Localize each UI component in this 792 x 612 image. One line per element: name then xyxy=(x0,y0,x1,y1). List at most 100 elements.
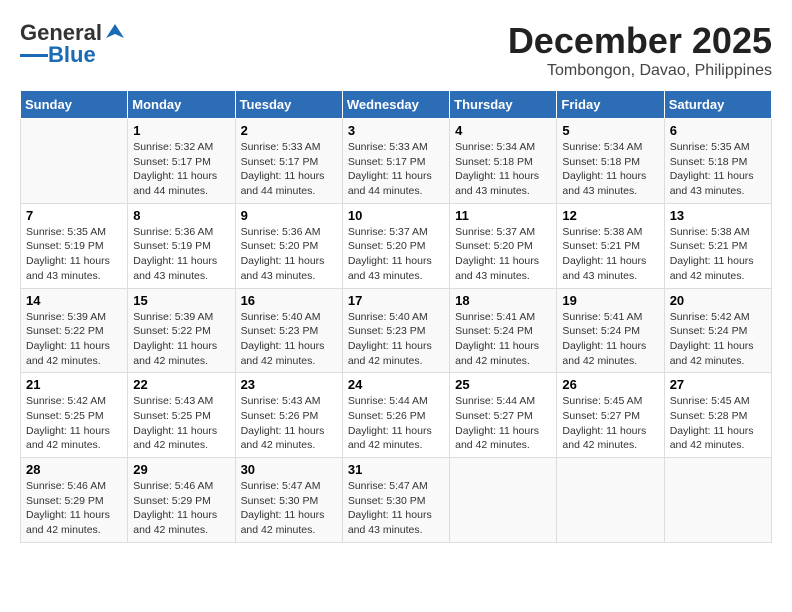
day-header-monday: Monday xyxy=(128,91,235,119)
day-number: 27 xyxy=(670,377,766,392)
page-subtitle: Tombongon, Davao, Philippines xyxy=(508,62,772,80)
calendar-cell: 26Sunrise: 5:45 AM Sunset: 5:27 PM Dayli… xyxy=(557,373,664,458)
logo-blue-text: Blue xyxy=(48,42,96,68)
day-info: Sunrise: 5:34 AM Sunset: 5:18 PM Dayligh… xyxy=(455,140,551,199)
day-info: Sunrise: 5:40 AM Sunset: 5:23 PM Dayligh… xyxy=(241,310,337,369)
day-info: Sunrise: 5:33 AM Sunset: 5:17 PM Dayligh… xyxy=(241,140,337,199)
logo: General Blue xyxy=(20,20,126,68)
day-info: Sunrise: 5:47 AM Sunset: 5:30 PM Dayligh… xyxy=(241,479,337,538)
calendar-cell: 3 Sunrise: 5:33 AM Sunset: 5:17 PM Daylig… xyxy=(342,119,449,204)
calendar-cell: 13Sunrise: 5:38 AM Sunset: 5:21 PM Dayli… xyxy=(664,203,771,288)
week-row: 21 Sunrise: 5:42 AM Sunset: 5:25 PM Dayli… xyxy=(21,373,772,458)
day-number: 8 xyxy=(133,208,229,223)
day-number: 10 xyxy=(348,208,444,223)
day-header-tuesday: Tuesday xyxy=(235,91,342,119)
week-row: 7Sunrise: 5:35 AM Sunset: 5:19 PM Daylig… xyxy=(21,203,772,288)
day-header-wednesday: Wednesday xyxy=(342,91,449,119)
day-number: 3 xyxy=(348,123,444,138)
calendar-cell: 25Sunrise: 5:44 AM Sunset: 5:27 PM Dayli… xyxy=(450,373,557,458)
day-number: 11 xyxy=(455,208,551,223)
calendar-cell: 2 Sunrise: 5:33 AM Sunset: 5:17 PM Daylig… xyxy=(235,119,342,204)
calendar-cell: 10 Sunrise: 5:37 AM Sunset: 5:20 PM Dayli… xyxy=(342,203,449,288)
calendar-cell: 27 Sunrise: 5:45 AM Sunset: 5:28 PM Dayli… xyxy=(664,373,771,458)
day-number: 9 xyxy=(241,208,337,223)
day-number: 14 xyxy=(26,293,122,308)
day-info: Sunrise: 5:42 AM Sunset: 5:25 PM Dayligh… xyxy=(26,394,122,453)
day-number: 19 xyxy=(562,293,658,308)
day-info: Sunrise: 5:39 AM Sunset: 5:22 PM Dayligh… xyxy=(133,310,229,369)
day-number: 25 xyxy=(455,377,551,392)
day-info: Sunrise: 5:32 AM Sunset: 5:17 PM Dayligh… xyxy=(133,140,229,199)
day-number: 16 xyxy=(241,293,337,308)
calendar-cell: 21 Sunrise: 5:42 AM Sunset: 5:25 PM Dayli… xyxy=(21,373,128,458)
day-info: Sunrise: 5:39 AM Sunset: 5:22 PM Dayligh… xyxy=(26,310,122,369)
day-info: Sunrise: 5:36 AM Sunset: 5:20 PM Dayligh… xyxy=(241,225,337,284)
day-info: Sunrise: 5:46 AM Sunset: 5:29 PM Dayligh… xyxy=(133,479,229,538)
day-number: 20 xyxy=(670,293,766,308)
day-number: 18 xyxy=(455,293,551,308)
day-header-friday: Friday xyxy=(557,91,664,119)
calendar-cell: 22 Sunrise: 5:43 AM Sunset: 5:25 PM Dayli… xyxy=(128,373,235,458)
page-header: General Blue December 2025 Tombongon, Da… xyxy=(20,20,772,80)
calendar-cell: 24 Sunrise: 5:44 AM Sunset: 5:26 PM Dayli… xyxy=(342,373,449,458)
day-header-thursday: Thursday xyxy=(450,91,557,119)
page-title: December 2025 xyxy=(508,20,772,62)
day-info: Sunrise: 5:37 AM Sunset: 5:20 PM Dayligh… xyxy=(455,225,551,284)
calendar-cell: 4 Sunrise: 5:34 AM Sunset: 5:18 PM Daylig… xyxy=(450,119,557,204)
day-info: Sunrise: 5:46 AM Sunset: 5:29 PM Dayligh… xyxy=(26,479,122,538)
calendar-cell xyxy=(21,119,128,204)
header-row: SundayMondayTuesdayWednesdayThursdayFrid… xyxy=(21,91,772,119)
day-number: 4 xyxy=(455,123,551,138)
day-number: 6 xyxy=(670,123,766,138)
calendar-cell: 31Sunrise: 5:47 AM Sunset: 5:30 PM Dayli… xyxy=(342,458,449,543)
day-info: Sunrise: 5:42 AM Sunset: 5:24 PM Dayligh… xyxy=(670,310,766,369)
calendar-cell: 14 Sunrise: 5:39 AM Sunset: 5:22 PM Dayli… xyxy=(21,288,128,373)
day-number: 28 xyxy=(26,462,122,477)
day-number: 7 xyxy=(26,208,122,223)
day-info: Sunrise: 5:38 AM Sunset: 5:21 PM Dayligh… xyxy=(562,225,658,284)
logo-bird-icon xyxy=(104,22,126,44)
day-info: Sunrise: 5:35 AM Sunset: 5:18 PM Dayligh… xyxy=(670,140,766,199)
day-info: Sunrise: 5:44 AM Sunset: 5:26 PM Dayligh… xyxy=(348,394,444,453)
day-info: Sunrise: 5:41 AM Sunset: 5:24 PM Dayligh… xyxy=(455,310,551,369)
day-header-saturday: Saturday xyxy=(664,91,771,119)
day-info: Sunrise: 5:33 AM Sunset: 5:17 PM Dayligh… xyxy=(348,140,444,199)
calendar-cell: 1Sunrise: 5:32 AM Sunset: 5:17 PM Daylig… xyxy=(128,119,235,204)
calendar-cell: 15 Sunrise: 5:39 AM Sunset: 5:22 PM Dayli… xyxy=(128,288,235,373)
day-number: 17 xyxy=(348,293,444,308)
calendar-cell xyxy=(450,458,557,543)
day-number: 15 xyxy=(133,293,229,308)
week-row: 28 Sunrise: 5:46 AM Sunset: 5:29 PM Dayli… xyxy=(21,458,772,543)
day-number: 2 xyxy=(241,123,337,138)
day-info: Sunrise: 5:37 AM Sunset: 5:20 PM Dayligh… xyxy=(348,225,444,284)
day-info: Sunrise: 5:45 AM Sunset: 5:27 PM Dayligh… xyxy=(562,394,658,453)
day-number: 23 xyxy=(241,377,337,392)
calendar-cell: 18 Sunrise: 5:41 AM Sunset: 5:24 PM Dayli… xyxy=(450,288,557,373)
day-number: 5 xyxy=(562,123,658,138)
calendar-cell: 5Sunrise: 5:34 AM Sunset: 5:18 PM Daylig… xyxy=(557,119,664,204)
calendar-cell: 30Sunrise: 5:47 AM Sunset: 5:30 PM Dayli… xyxy=(235,458,342,543)
day-info: Sunrise: 5:36 AM Sunset: 5:19 PM Dayligh… xyxy=(133,225,229,284)
calendar-cell: 11 Sunrise: 5:37 AM Sunset: 5:20 PM Dayli… xyxy=(450,203,557,288)
calendar-cell: 28 Sunrise: 5:46 AM Sunset: 5:29 PM Dayli… xyxy=(21,458,128,543)
title-block: December 2025 Tombongon, Davao, Philippi… xyxy=(508,20,772,80)
calendar-cell: 9 Sunrise: 5:36 AM Sunset: 5:20 PM Daylig… xyxy=(235,203,342,288)
calendar-cell: 29 Sunrise: 5:46 AM Sunset: 5:29 PM Dayli… xyxy=(128,458,235,543)
day-info: Sunrise: 5:41 AM Sunset: 5:24 PM Dayligh… xyxy=(562,310,658,369)
calendar-cell: 7Sunrise: 5:35 AM Sunset: 5:19 PM Daylig… xyxy=(21,203,128,288)
day-number: 29 xyxy=(133,462,229,477)
calendar-cell: 19 Sunrise: 5:41 AM Sunset: 5:24 PM Dayli… xyxy=(557,288,664,373)
day-info: Sunrise: 5:43 AM Sunset: 5:26 PM Dayligh… xyxy=(241,394,337,453)
week-row: 1Sunrise: 5:32 AM Sunset: 5:17 PM Daylig… xyxy=(21,119,772,204)
day-number: 31 xyxy=(348,462,444,477)
calendar-cell: 23 Sunrise: 5:43 AM Sunset: 5:26 PM Dayli… xyxy=(235,373,342,458)
day-info: Sunrise: 5:43 AM Sunset: 5:25 PM Dayligh… xyxy=(133,394,229,453)
day-info: Sunrise: 5:45 AM Sunset: 5:28 PM Dayligh… xyxy=(670,394,766,453)
calendar-cell xyxy=(664,458,771,543)
day-header-sunday: Sunday xyxy=(21,91,128,119)
calendar-cell: 12 Sunrise: 5:38 AM Sunset: 5:21 PM Dayli… xyxy=(557,203,664,288)
day-number: 24 xyxy=(348,377,444,392)
day-number: 21 xyxy=(26,377,122,392)
day-number: 22 xyxy=(133,377,229,392)
day-number: 12 xyxy=(562,208,658,223)
